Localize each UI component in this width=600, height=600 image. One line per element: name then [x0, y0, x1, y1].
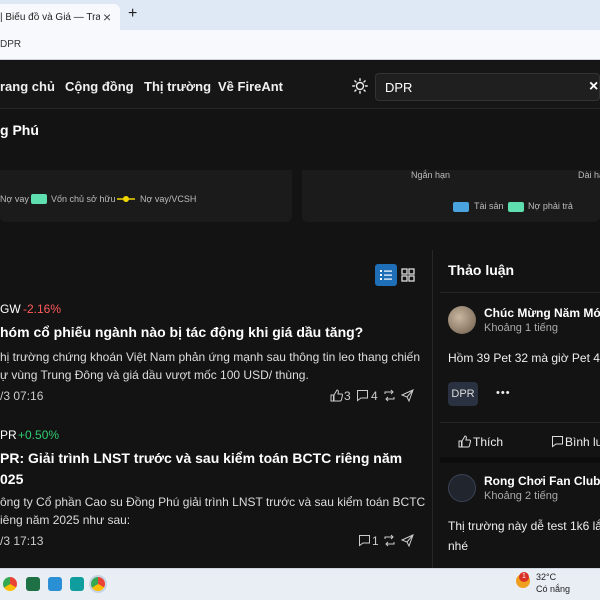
legend-equity: Vốn chủ sở hữu — [51, 194, 116, 204]
comment-icon[interactable] — [356, 389, 369, 402]
avatar[interactable] — [448, 474, 476, 502]
divider — [440, 457, 600, 463]
windows-taskbar — [0, 568, 600, 600]
news-ticker[interactable]: PR — [0, 428, 17, 442]
app-icon[interactable] — [70, 577, 84, 591]
legend-ratio: Nợ vay/VCSH — [140, 194, 197, 204]
post-text-line-2: nhé — [448, 539, 469, 553]
comment-button[interactable]: Bình luậ — [565, 435, 600, 449]
news-ticker[interactable]: GW — [0, 302, 21, 316]
search-input[interactable]: DPR × — [375, 73, 600, 101]
repost-icon[interactable] — [383, 389, 396, 402]
news-body-line-2: ự vùng Trung Đông và giá dầu vượt mốc 10… — [0, 368, 309, 382]
list-view-button[interactable] — [375, 264, 397, 286]
axis-label-short-term: Ngắn hạn — [411, 170, 451, 180]
like-icon[interactable] — [458, 435, 471, 448]
like-icon[interactable] — [330, 389, 343, 402]
excel-icon[interactable] — [26, 577, 40, 591]
like-button[interactable]: Thích — [473, 435, 503, 449]
discussion-title: Thảo luận — [448, 262, 515, 278]
nav-about[interactable]: Về FireAnt — [218, 79, 283, 94]
nav-community[interactable]: Cộng đồng — [65, 79, 134, 94]
like-count: 3 — [344, 389, 351, 403]
browser-tab[interactable]: | Biểu đồ và Giá — Trading × — [0, 4, 120, 30]
news-time: /3 07:16 — [0, 389, 44, 403]
news-change: -2.16% — [23, 302, 62, 316]
legend-assets-swatch — [453, 202, 469, 212]
weather-condition[interactable]: Có nắng — [536, 584, 570, 594]
news-body-line-1: ông ty Cổ phần Cao su Đồng Phú giải trìn… — [0, 495, 426, 509]
share-icon[interactable] — [401, 534, 414, 547]
search-value: DPR — [385, 80, 413, 95]
post-user-name[interactable]: Rong Chơi Fan Club — [484, 474, 600, 488]
comment-count: 1 — [372, 534, 379, 548]
more-options-icon[interactable]: ••• — [496, 387, 511, 399]
avatar[interactable] — [448, 306, 476, 334]
news-body-line-2: iêng năm 2025 như sau: — [0, 513, 131, 527]
search-clear-icon[interactable]: × — [589, 78, 598, 96]
share-icon[interactable] — [401, 389, 414, 402]
notification-badge: 1 — [519, 572, 529, 582]
comment-icon[interactable] — [551, 435, 564, 448]
nav-market[interactable]: Thị trường — [144, 79, 211, 94]
comment-icon[interactable] — [358, 534, 371, 547]
news-title-line-2[interactable]: 025 — [0, 469, 23, 490]
address-bar[interactable]: DPR — [0, 30, 600, 60]
new-tab-icon[interactable]: + — [128, 5, 137, 23]
company-name: g Phú — [0, 122, 39, 138]
divider — [440, 292, 600, 293]
axis-label-long-term: Dài hạ — [578, 170, 600, 180]
post-text-line-1: Thị trường này dễ test 1k6 lắm — [448, 519, 600, 533]
ticker-tag[interactable]: DPR — [448, 382, 478, 406]
repost-icon[interactable] — [383, 534, 396, 547]
news-title-line-1[interactable]: PR: Giải trình LNST trước và sau kiểm to… — [0, 448, 402, 469]
news-time: /3 17:13 — [0, 534, 44, 548]
post-text: Hồm 39 Pet 32 mà giờ Pet 42 — [448, 351, 600, 365]
news-title[interactable]: hóm cổ phiếu ngành nào bị tác động khi g… — [0, 322, 415, 343]
chrome-icon[interactable] — [91, 577, 105, 591]
comment-count: 4 — [371, 389, 378, 403]
app-icon[interactable] — [48, 577, 62, 591]
divider — [432, 250, 433, 568]
theme-toggle-sun-icon[interactable] — [352, 78, 368, 94]
legend-liabilities-swatch — [508, 202, 524, 212]
grid-view-button[interactable] — [397, 264, 419, 286]
weather-temp[interactable]: 32°C — [536, 572, 556, 582]
assets-liabilities-chart-panel — [302, 170, 600, 222]
legend-assets: Tài sản — [474, 201, 504, 211]
nav-home[interactable]: rang chủ — [0, 79, 55, 94]
news-change: +0.50% — [18, 428, 60, 442]
news-body-line-1: hị trường chứng khoán Việt Nam phản ứng … — [0, 350, 421, 364]
legend-liabilities: Nợ phải trả — [528, 201, 573, 211]
post-time: Khoảng 2 tiếng — [484, 490, 559, 502]
tab-close-icon[interactable]: × — [103, 9, 111, 25]
legend-equity-swatch — [31, 194, 47, 204]
url-text: DPR — [0, 39, 22, 50]
tab-title: | Biểu đồ và Giá — Trading — [0, 12, 100, 23]
grid-icon — [401, 268, 415, 282]
legend-debt: Nợ vay — [0, 194, 29, 204]
chrome-icon[interactable] — [3, 577, 17, 591]
legend-ratio-marker — [117, 196, 135, 202]
post-user-name[interactable]: Chúc Mừng Năm Mới — [484, 306, 600, 320]
divider — [440, 422, 600, 423]
list-icon — [380, 270, 392, 280]
post-time: Khoảng 1 tiếng — [484, 322, 559, 334]
browser-tab-bar: | Biểu đồ và Giá — Trading × + — [0, 0, 600, 30]
